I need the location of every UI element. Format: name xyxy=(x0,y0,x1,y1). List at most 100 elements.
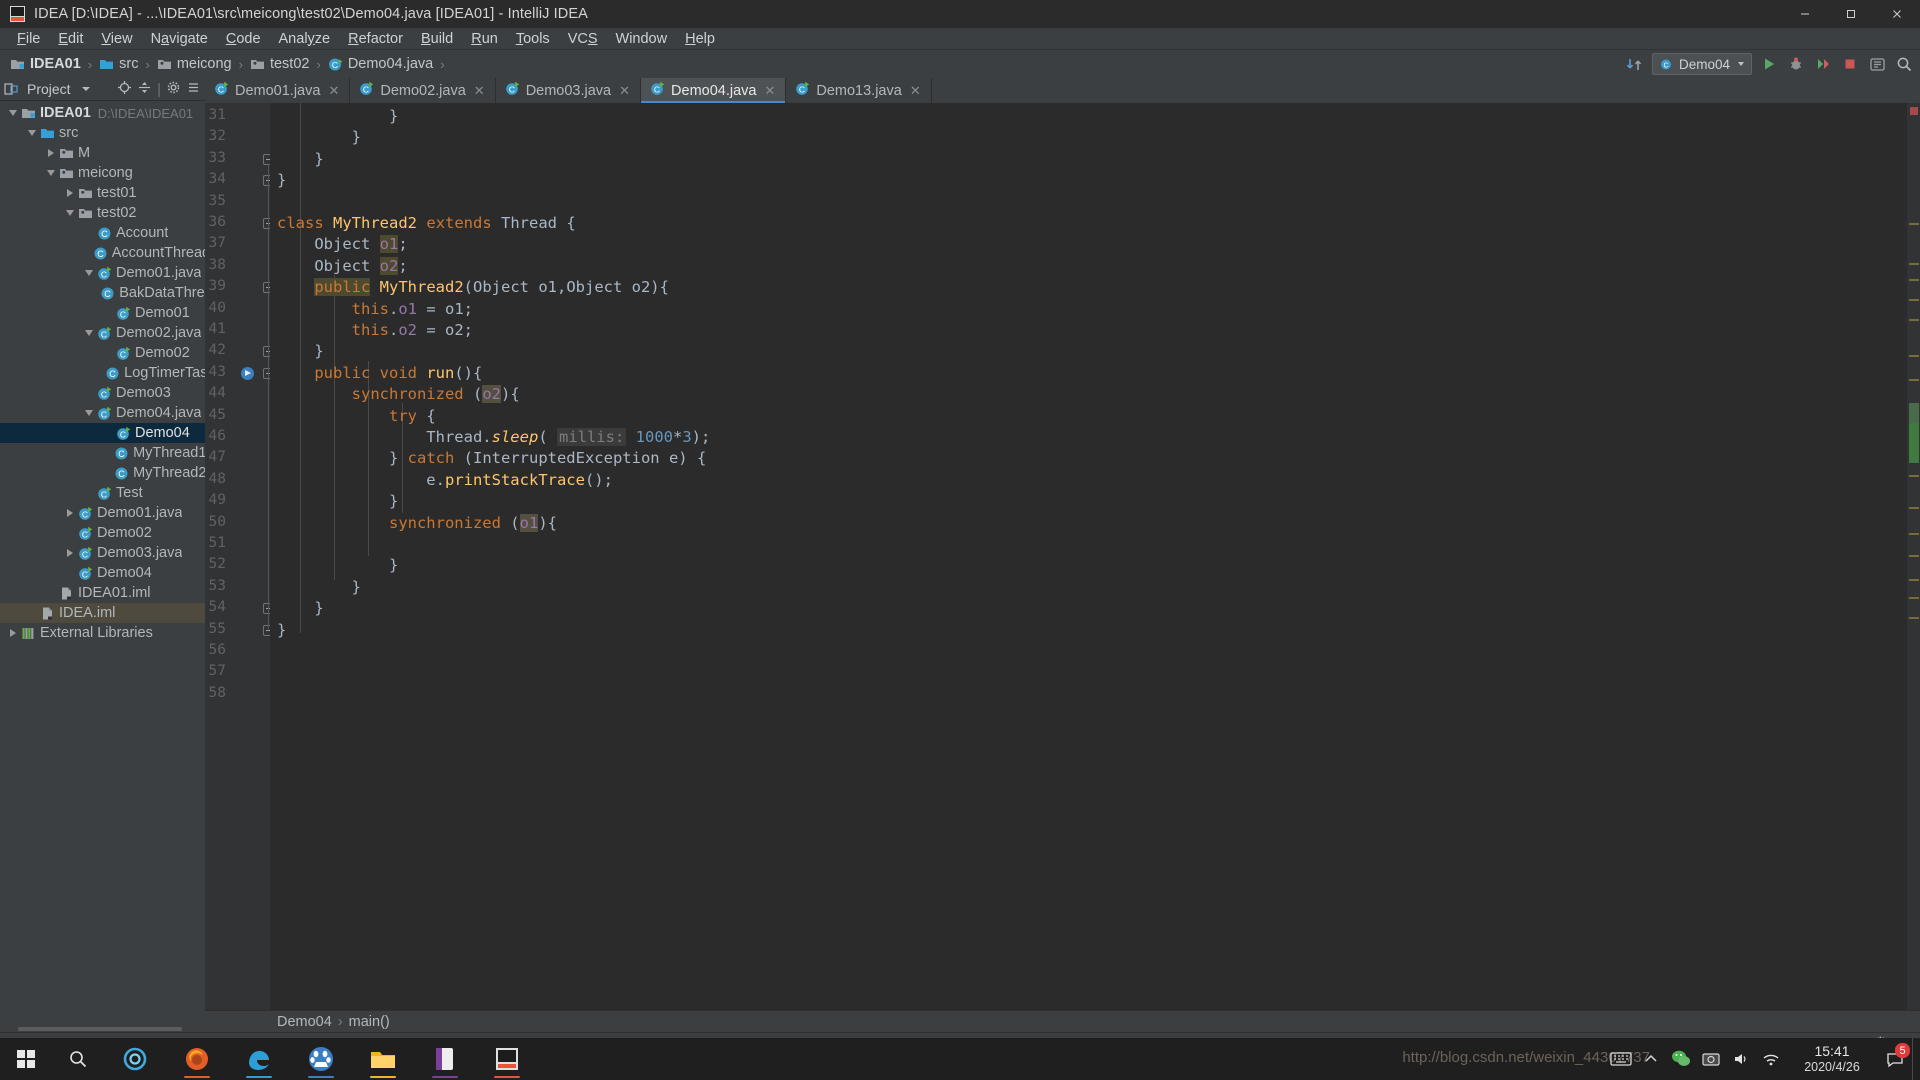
code-line-37[interactable]: Object o1; xyxy=(277,235,408,254)
tree-item-demo02[interactable]: C Demo02 xyxy=(0,343,205,363)
tree-twisty[interactable] xyxy=(82,383,96,403)
tree-twisty[interactable] xyxy=(6,623,20,643)
show-desktop-button[interactable] xyxy=(1912,1038,1920,1080)
keyboard-icon[interactable] xyxy=(1606,1038,1636,1080)
tree-item-bakdatathread[interactable]: C BakDataThread xyxy=(0,283,205,303)
tree-twisty[interactable] xyxy=(25,123,39,143)
breadcrumb-src[interactable]: src xyxy=(95,53,142,75)
breadcrumb-meicong[interactable]: meicong xyxy=(153,53,236,75)
tree-twisty[interactable] xyxy=(82,263,96,283)
code-line-52[interactable]: } xyxy=(277,556,398,574)
tree-item-demo04-java[interactable]: C Demo04.java xyxy=(0,403,205,423)
tree-twisty[interactable] xyxy=(63,183,77,203)
stop-button[interactable] xyxy=(1840,54,1860,74)
editor-marker-bar[interactable] xyxy=(1907,103,1920,1010)
network-icon[interactable] xyxy=(1756,1038,1786,1080)
tree-item-demo02[interactable]: C Demo02 xyxy=(0,523,205,543)
tree-twisty[interactable] xyxy=(63,203,77,223)
tree-item-test01[interactable]: test01 xyxy=(0,183,205,203)
locate-icon[interactable] xyxy=(117,80,132,99)
tree-item-external-libraries[interactable]: External Libraries xyxy=(0,623,205,643)
breadcrumb-idea01[interactable]: IDEA01 xyxy=(6,53,85,75)
code-line-41[interactable]: this.o2 = o2; xyxy=(277,321,473,339)
tree-twisty[interactable] xyxy=(82,483,96,503)
notification-icon[interactable]: 5 xyxy=(1878,1038,1912,1080)
close-button[interactable] xyxy=(1874,0,1920,28)
code-line-55[interactable]: } xyxy=(277,621,286,639)
tree-item-src[interactable]: src xyxy=(0,123,205,143)
editor-tab-demo03-java[interactable]: C Demo03.java ✕ xyxy=(495,78,642,103)
taskbar-onenote-icon[interactable] xyxy=(414,1038,476,1080)
inspection-status-icon[interactable] xyxy=(1910,107,1918,115)
code-line-31[interactable]: } xyxy=(277,107,398,125)
debug-button[interactable] xyxy=(1786,54,1806,74)
tree-item-idea01[interactable]: IDEA01 D:\IDEA\IDEA01 xyxy=(0,103,205,123)
menu-view[interactable]: View xyxy=(92,28,141,50)
code-line-46[interactable]: Thread.sleep( millis: 1000*3); xyxy=(277,428,710,446)
project-tree[interactable]: IDEA01 D:\IDEA\IDEA01 src Mmeicong test01 tes… xyxy=(0,101,205,1026)
tree-item-demo04[interactable]: C Demo04 xyxy=(0,563,205,583)
taskbar-cortana-icon[interactable] xyxy=(104,1038,166,1080)
close-icon[interactable]: ✕ xyxy=(910,83,921,99)
tree-item-demo01-java[interactable]: C Demo01.java xyxy=(0,263,205,283)
code-line-45[interactable]: try { xyxy=(277,407,436,425)
tree-item-mythread2[interactable]: C MyThread2 xyxy=(0,463,205,483)
tree-item-demo03-java[interactable]: C Demo03.java xyxy=(0,543,205,563)
code-line-50[interactable]: synchronized (o1){ xyxy=(277,513,557,532)
code-line-48[interactable]: e.printStackTrace(); xyxy=(277,471,613,489)
tree-item-demo04[interactable]: C Demo04 xyxy=(0,423,205,443)
code-line-47[interactable]: } catch (InterruptedException e) { xyxy=(277,449,706,467)
tree-item-logtimertask[interactable]: C LogTimerTask xyxy=(0,363,205,383)
menu-navigate[interactable]: Navigate xyxy=(142,28,217,50)
tree-item-m[interactable]: M xyxy=(0,143,205,163)
tree-twisty[interactable] xyxy=(99,463,113,483)
run-with-coverage-button[interactable] xyxy=(1813,54,1833,74)
menu-refactor[interactable]: Refactor xyxy=(339,28,412,50)
tree-twisty[interactable] xyxy=(101,303,115,323)
taskbar-baidu-icon[interactable] xyxy=(290,1038,352,1080)
taskbar-intellij-idea-icon[interactable] xyxy=(476,1038,538,1080)
menu-file[interactable]: FFileile xyxy=(8,28,49,50)
close-icon[interactable]: ✕ xyxy=(328,83,339,99)
tree-twisty[interactable] xyxy=(63,523,77,543)
tree-item-test02[interactable]: test02 xyxy=(0,203,205,223)
code-line-43[interactable]: public void run(){ xyxy=(277,364,482,382)
tree-item-demo03[interactable]: C Demo03 xyxy=(0,383,205,403)
tree-twisty[interactable] xyxy=(44,163,58,183)
screenshot-icon[interactable] xyxy=(1696,1038,1726,1080)
code-line-42[interactable]: } xyxy=(277,342,323,360)
tree-item-idea-iml[interactable]: IDEA.iml xyxy=(0,603,205,623)
chevron-down-icon[interactable] xyxy=(81,87,90,91)
start-button[interactable] xyxy=(0,1038,52,1080)
maximize-button[interactable] xyxy=(1828,0,1874,28)
taskbar-explorer-icon[interactable] xyxy=(352,1038,414,1080)
code-line-33[interactable]: } xyxy=(277,150,323,168)
menu-analyze[interactable]: Analyze xyxy=(270,28,340,50)
menu-edit[interactable]: Edit xyxy=(49,28,92,50)
editor-tab-demo04-java[interactable]: C Demo04.java ✕ xyxy=(641,78,787,103)
editor-text-area[interactable]: } } }} class MyThread2 extends Thread { O… xyxy=(270,103,1907,1010)
code-line-53[interactable]: } xyxy=(277,578,361,596)
tree-twisty[interactable] xyxy=(82,323,96,343)
close-icon[interactable]: ✕ xyxy=(764,83,775,99)
editor-tab-demo02-java[interactable]: C Demo02.java ✕ xyxy=(350,78,496,103)
menu-tools[interactable]: Tools xyxy=(507,28,559,50)
settings-icon[interactable] xyxy=(1867,54,1887,74)
tree-twisty[interactable] xyxy=(25,603,39,623)
breadcrumb-demo04-java[interactable]: C Demo04.java xyxy=(324,53,437,75)
editor-tab-demo13-java[interactable]: C Demo13.java ✕ xyxy=(786,78,932,103)
gear-icon[interactable] xyxy=(166,80,181,99)
update-project-icon[interactable] xyxy=(1625,54,1645,74)
close-icon[interactable]: ✕ xyxy=(474,83,485,99)
close-icon[interactable]: ✕ xyxy=(619,83,630,99)
breadcrumb-class[interactable]: Demo04 xyxy=(277,1014,332,1030)
tree-twisty[interactable] xyxy=(90,363,104,383)
tree-item-test[interactable]: C Test xyxy=(0,483,205,503)
code-line-44[interactable]: synchronized (o2){ xyxy=(277,385,520,404)
breadcrumb-test02[interactable]: test02 xyxy=(246,53,314,75)
chevron-up-icon[interactable] xyxy=(1636,1038,1666,1080)
tree-twisty[interactable] xyxy=(85,283,99,303)
tree-twisty[interactable] xyxy=(63,503,77,523)
tree-item-accountthread[interactable]: C AccountThread xyxy=(0,243,205,263)
tree-item-demo01-java[interactable]: C Demo01.java xyxy=(0,503,205,523)
